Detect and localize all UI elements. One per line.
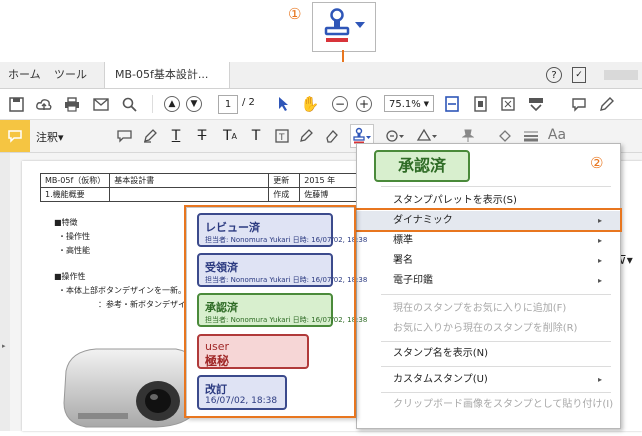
- page-view-icon[interactable]: [472, 95, 488, 113]
- zoom-level-select[interactable]: 75.1% ▼: [384, 95, 434, 112]
- menu-item-label: スタンプ名を表示(N): [393, 348, 488, 359]
- menu-item-label: スタンプパレットを表示(S): [393, 195, 517, 206]
- menu-item-custom-stamp[interactable]: カスタムスタンプ(U) ▸: [357, 370, 620, 390]
- doc-cell: MB-05f（仮称）: [39, 173, 111, 188]
- zoom-out-icon[interactable]: −: [332, 96, 348, 112]
- doc-cell: 作成: [268, 187, 301, 202]
- expand-panel-icon[interactable]: ▸: [2, 342, 6, 350]
- strikethrough-text-icon[interactable]: T: [194, 127, 210, 145]
- menu-separator: [381, 294, 611, 295]
- prev-page-icon[interactable]: ▲: [164, 96, 180, 112]
- menu-item-standard[interactable]: 標準 ▸: [357, 231, 620, 251]
- menu-item-add-favorite: 現在のスタンプをお気に入りに追加(F): [357, 299, 620, 319]
- stamp-preview: 承認済: [374, 150, 470, 182]
- zoom-level-value: 75.1%: [389, 99, 421, 110]
- text-box-icon[interactable]: T: [274, 127, 290, 145]
- callout-number-2: ②: [590, 154, 604, 172]
- menu-separator: [381, 186, 611, 187]
- chevron-right-icon: ▸: [597, 276, 602, 285]
- comment-icon[interactable]: [570, 95, 588, 113]
- account-area[interactable]: [604, 70, 638, 80]
- callout-number-1: ①: [288, 5, 302, 23]
- full-screen-icon[interactable]: [500, 95, 516, 113]
- svg-text:T: T: [278, 133, 285, 143]
- doc-text: ・本体上部ボタンデザインを一新。: [58, 286, 186, 295]
- annotation-label[interactable]: 注釈▾: [36, 129, 64, 145]
- menu-item-show-stamp-names[interactable]: スタンプ名を表示(N): [357, 344, 620, 364]
- doc-text: ■操作性: [54, 272, 86, 281]
- menu-item-remove-favorite: お気に入りから現在のスタンプを削除(R): [357, 319, 620, 339]
- highlight-stamp-submenu: [184, 205, 356, 418]
- highlight-dynamic-item: [354, 208, 622, 232]
- fit-width-icon[interactable]: [444, 95, 460, 113]
- tab-home[interactable]: ホーム: [8, 62, 41, 88]
- chevron-right-icon: ▸: [597, 256, 602, 265]
- doc-text: ■特徴: [54, 218, 78, 227]
- eraser-icon[interactable]: [324, 127, 340, 145]
- sticky-note-icon[interactable]: [116, 128, 132, 144]
- menu-item-paste-clipboard: クリップボード画像をスタンプとして貼り付け(I): [357, 395, 620, 415]
- chevron-down-icon: ▼: [423, 100, 429, 108]
- search-icon[interactable]: [121, 96, 137, 112]
- stamp-dropdown-menu: 承認済 スタンプパレットを表示(S) ダイナミック ▸ 標準 ▸ 署名 ▸ 電子印鑑 ▸…: [356, 143, 621, 429]
- header-table: MB-05f（仮称） 基本設計書 更新 2015 年 1.機能概要 作成 佐藤博: [39, 173, 380, 202]
- menu-separator: [381, 366, 611, 367]
- help-icon[interactable]: ?: [546, 67, 562, 83]
- save-icon[interactable]: [8, 96, 24, 112]
- chevron-right-icon: ▸: [597, 375, 602, 384]
- doc-cell: [109, 187, 270, 202]
- mail-icon[interactable]: [93, 96, 109, 112]
- page-total: / 2: [242, 97, 255, 108]
- tab-tools[interactable]: ツール: [54, 62, 87, 88]
- doc-cell: 基本設計書: [109, 173, 270, 188]
- tab-document[interactable]: MB-05f基本設計...: [104, 62, 230, 88]
- comment-bubble-icon[interactable]: [0, 120, 30, 152]
- doc-text: ：参考・新ボタンデザイン: [98, 300, 194, 309]
- menu-item-label: お気に入りから現在のスタンプを削除(R): [393, 323, 578, 334]
- chevron-right-icon: ▸: [597, 236, 602, 245]
- select-cursor-icon[interactable]: [276, 95, 292, 113]
- menu-item-signature[interactable]: 署名 ▸: [357, 251, 620, 271]
- font-size-icon[interactable]: Aa: [546, 126, 568, 144]
- print-icon[interactable]: [64, 96, 80, 112]
- menu-item-label: 現在のスタンプをお気に入りに追加(F): [393, 303, 567, 314]
- add-text-icon[interactable]: T: [248, 127, 264, 145]
- underline-text-icon[interactable]: T: [168, 127, 184, 145]
- menu-separator: [381, 392, 611, 393]
- menu-item-label: カスタムスタンプ(U): [393, 374, 488, 385]
- main-toolbar: ▲ ▼ 1 / 2 ✋ − + 75.1% ▼: [0, 89, 642, 120]
- next-page-icon[interactable]: ▼: [186, 96, 202, 112]
- read-mode-icon[interactable]: [528, 95, 544, 113]
- upload-icon[interactable]: [36, 96, 52, 112]
- highlight-pen-icon[interactable]: [142, 128, 158, 144]
- menu-item-label: 署名: [393, 255, 413, 266]
- sign-icon[interactable]: [598, 95, 616, 113]
- doc-cell: 更新: [268, 173, 301, 188]
- doc-text: ・高性能: [58, 246, 90, 255]
- zoom-in-icon[interactable]: +: [356, 96, 372, 112]
- menu-separator: [381, 341, 611, 342]
- tab-bar: ホーム ツール MB-05f基本設計... ? ✓: [0, 62, 642, 89]
- hand-tool-icon[interactable]: ✋: [301, 95, 320, 113]
- doc-cell: 1.機能概要: [39, 187, 111, 202]
- mobile-link-icon[interactable]: ✓: [572, 67, 586, 83]
- menu-item-label: 標準: [393, 235, 413, 246]
- menu-item-digital-seal[interactable]: 電子印鑑 ▸: [357, 271, 620, 291]
- pencil-icon[interactable]: [298, 127, 314, 145]
- stamp-icon: [324, 8, 365, 42]
- insert-text-icon[interactable]: TA: [220, 127, 240, 145]
- doc-text: ・操作性: [58, 232, 90, 241]
- menu-item-label: クリップボード画像をスタンプとして貼り付け(I): [393, 399, 614, 410]
- page-number-input[interactable]: 1: [218, 95, 238, 114]
- menu-item-label: 電子印鑑: [393, 275, 433, 286]
- stamp-tool-enlarged[interactable]: [312, 2, 376, 52]
